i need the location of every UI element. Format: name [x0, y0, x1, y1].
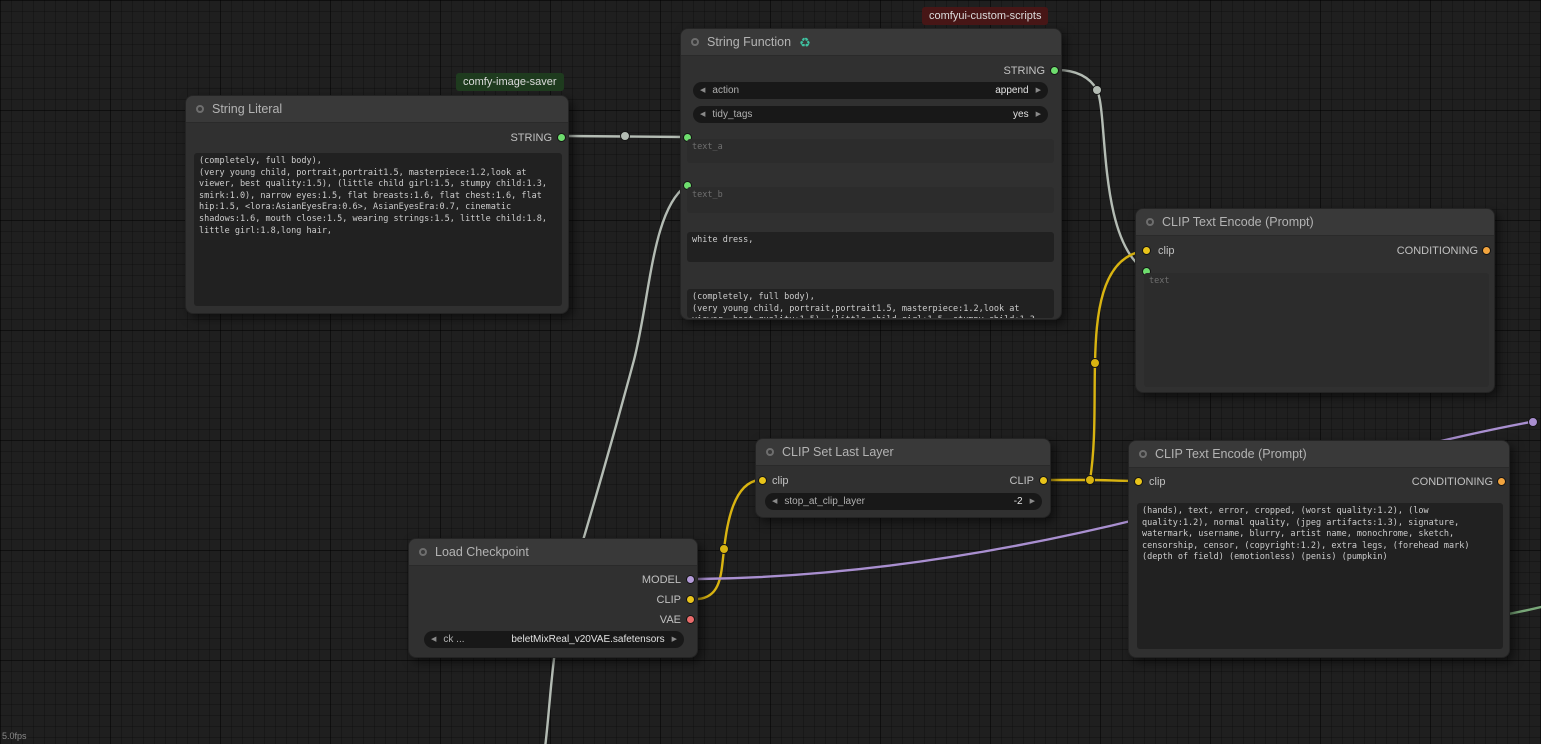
node-title: CLIP Set Last Layer — [782, 445, 894, 459]
node-string-function[interactable]: String Function ♻ STRING ◀ action append… — [680, 28, 1062, 320]
combo-next-icon[interactable]: ▶ — [1036, 82, 1041, 99]
tidy-tags-widget[interactable]: ◀ tidy_tags yes ▶ — [693, 106, 1048, 123]
link-dot — [1093, 86, 1102, 95]
fps-indicator: 5.0fps — [2, 731, 27, 741]
output-label-clip: CLIP — [657, 594, 681, 606]
node-pack-badge-custom-scripts: comfyui-custom-scripts — [922, 7, 1048, 25]
node-clip-text-encode-negative[interactable]: CLIP Text Encode (Prompt) clip CONDITION… — [1128, 440, 1510, 658]
negative-prompt-textarea[interactable]: (hands), text, error, cropped, (worst qu… — [1137, 503, 1503, 649]
node-clip-text-encode-positive[interactable]: CLIP Text Encode (Prompt) clip CONDITION… — [1135, 208, 1495, 393]
stop-at-clip-layer-widget[interactable]: ◀ stop_at_clip_layer -2 ▶ — [765, 493, 1042, 510]
link-dot — [1091, 359, 1100, 368]
combo-next-icon[interactable]: ▶ — [1030, 493, 1035, 510]
combo-next-icon[interactable]: ▶ — [1036, 106, 1041, 123]
text-b-muted-widget[interactable]: text_b — [687, 187, 1054, 213]
pysssss-pack-icon: ♻ — [799, 36, 811, 49]
combo-next-icon[interactable]: ▶ — [672, 631, 677, 648]
node-title: String Function — [707, 35, 791, 49]
text-a-muted-widget[interactable]: text_a — [687, 139, 1054, 163]
output-slot-clip[interactable] — [1039, 476, 1048, 485]
string-literal-textarea[interactable]: (completely, full body), (very young chi… — [194, 153, 562, 306]
node-title-bar[interactable]: CLIP Text Encode (Prompt) — [1136, 209, 1494, 236]
link-dot — [1529, 418, 1538, 427]
node-string-literal[interactable]: String Literal STRING (completely, full … — [185, 95, 569, 314]
output-slot-clip[interactable] — [686, 595, 695, 604]
output-label-conditioning: CONDITIONING — [1397, 245, 1478, 257]
combo-prev-icon[interactable]: ◀ — [700, 106, 705, 123]
widget-value: yes — [1013, 109, 1029, 120]
widget-label: tidy_tags — [712, 109, 752, 120]
collapse-dot-icon[interactable] — [1146, 218, 1154, 226]
text-input-muted-widget[interactable]: text — [1144, 273, 1489, 387]
output-label-model: MODEL — [642, 574, 681, 586]
widget-label: stop_at_clip_layer — [784, 496, 865, 507]
node-pack-badge-image-saver: comfy-image-saver — [456, 73, 564, 91]
link-dot — [1086, 476, 1095, 485]
ckpt-name-widget[interactable]: ◀ ck ... beletMixReal_v20VAE.safetensors… — [424, 631, 684, 648]
widget-value: beletMixReal_v20VAE.safetensors — [511, 634, 664, 645]
node-title: Load Checkpoint — [435, 545, 529, 559]
node-title-bar[interactable]: CLIP Text Encode (Prompt) — [1129, 441, 1509, 468]
output-label-string: STRING — [1003, 65, 1045, 77]
input-slot-clip[interactable] — [1142, 246, 1151, 255]
combo-prev-icon[interactable]: ◀ — [772, 493, 777, 510]
text-c-textarea[interactable]: white dress, — [687, 232, 1054, 262]
collapse-dot-icon[interactable] — [196, 105, 204, 113]
collapse-dot-icon[interactable] — [1139, 450, 1147, 458]
action-widget[interactable]: ◀ action append ▶ — [693, 82, 1048, 99]
output-slot-string[interactable] — [1050, 66, 1059, 75]
output-label-string: STRING — [510, 132, 552, 144]
wire-string-function-to-text — [1057, 70, 1145, 270]
collapse-dot-icon[interactable] — [766, 448, 774, 456]
node-title: CLIP Text Encode (Prompt) — [1162, 215, 1314, 229]
output-label-clip: CLIP — [1010, 475, 1034, 487]
link-dot — [720, 545, 729, 554]
input-label-clip: clip — [1149, 476, 1166, 488]
combo-prev-icon[interactable]: ◀ — [431, 631, 436, 648]
wire-checkpoint-clip-to-setlayer — [698, 480, 759, 599]
input-slot-clip[interactable] — [758, 476, 767, 485]
node-title-bar[interactable]: CLIP Set Last Layer — [756, 439, 1050, 466]
node-title-bar[interactable]: String Function ♻ — [681, 29, 1061, 56]
combo-prev-icon[interactable]: ◀ — [700, 82, 705, 99]
widget-value: append — [995, 85, 1028, 96]
output-slot-model[interactable] — [686, 575, 695, 584]
node-title: CLIP Text Encode (Prompt) — [1155, 447, 1307, 461]
output-slot-conditioning[interactable] — [1497, 477, 1506, 486]
output-slot-conditioning[interactable] — [1482, 246, 1491, 255]
input-label-clip: clip — [1158, 245, 1175, 257]
input-slot-clip[interactable] — [1134, 477, 1143, 486]
input-label-clip: clip — [772, 475, 789, 487]
collapse-dot-icon[interactable] — [419, 548, 427, 556]
node-title-bar[interactable]: String Literal — [186, 96, 568, 123]
output-label-vae: VAE — [660, 614, 681, 626]
output-label-conditioning: CONDITIONING — [1412, 476, 1493, 488]
widget-label: action — [712, 85, 739, 96]
output-slot-vae[interactable] — [686, 615, 695, 624]
widget-label: ck ... — [443, 634, 464, 645]
collapse-dot-icon[interactable] — [691, 38, 699, 46]
node-graph-canvas[interactable]: comfy-image-saver comfyui-custom-scripts… — [0, 0, 1541, 744]
output-slot-string[interactable] — [557, 133, 566, 142]
widget-value: -2 — [1014, 496, 1023, 507]
text-d-textarea[interactable]: (completely, full body), (very young chi… — [687, 289, 1054, 318]
node-title: String Literal — [212, 102, 282, 116]
node-clip-set-last-layer[interactable]: CLIP Set Last Layer clip CLIP ◀ stop_at_… — [755, 438, 1051, 518]
node-load-checkpoint[interactable]: Load Checkpoint MODEL CLIP VAE ◀ ck ... … — [408, 538, 698, 658]
link-dot — [621, 132, 630, 141]
node-title-bar[interactable]: Load Checkpoint — [409, 539, 697, 566]
